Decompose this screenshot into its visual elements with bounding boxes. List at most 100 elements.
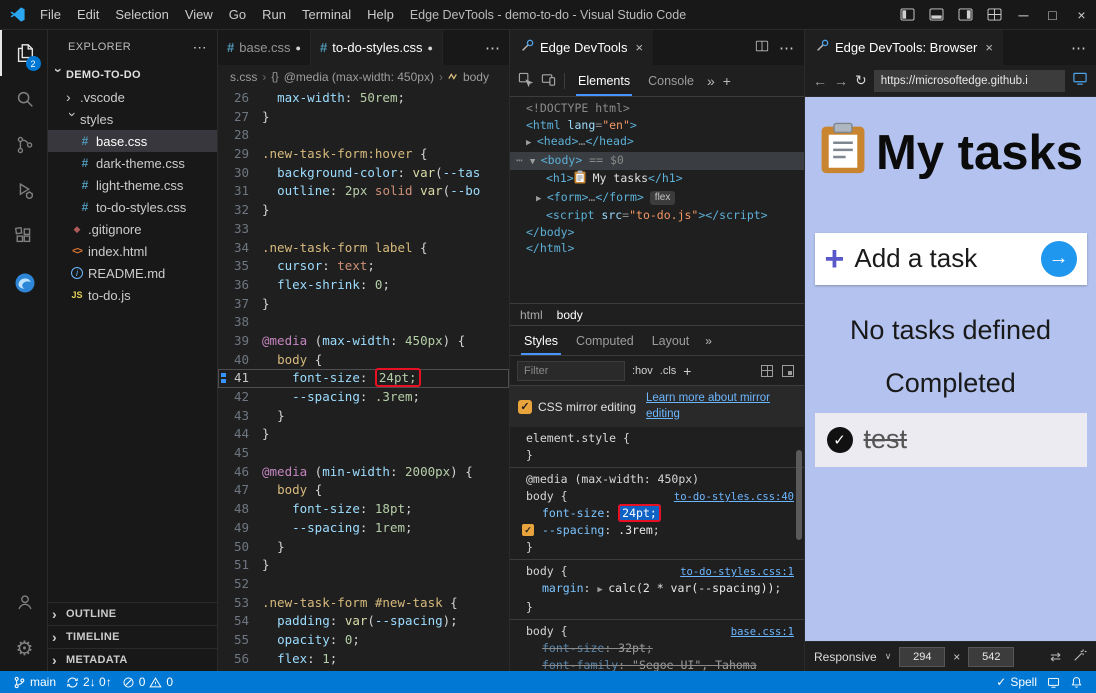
code-line-37[interactable]: 37}: [218, 295, 509, 314]
maximize-button[interactable]: □: [1038, 0, 1067, 29]
style-line[interactable]: margin: ▶ calc(2 * var(--spacing));: [516, 580, 798, 599]
dom-node[interactable]: </html>: [510, 240, 804, 257]
modified-dot-icon[interactable]: ●: [296, 43, 301, 53]
code-line-41[interactable]: 41 font-size: 24pt;: [218, 369, 509, 388]
code-line-56[interactable]: 56 flex: 1;: [218, 650, 509, 669]
style-line[interactable]: }: [516, 599, 798, 616]
file-item-light-theme.css[interactable]: #light-theme.css: [48, 174, 217, 196]
forward-icon[interactable]: →: [834, 73, 848, 89]
code-line-50[interactable]: 50 }: [218, 538, 509, 557]
code-line-36[interactable]: 36 flex-shrink: 0;: [218, 276, 509, 295]
style-line[interactable]: }: [516, 539, 798, 556]
file-item-to-do-styles.css[interactable]: #to-do-styles.css: [48, 196, 217, 218]
code-line-47[interactable]: 47 body {: [218, 481, 509, 500]
wand-icon[interactable]: [1073, 648, 1087, 665]
device-emulation-icon[interactable]: [541, 72, 556, 90]
code-line-29[interactable]: 29.new-task-form:hover {: [218, 145, 509, 164]
code-line-40[interactable]: 40 body {: [218, 351, 509, 370]
split-editor-icon[interactable]: [755, 39, 769, 56]
style-line[interactable]: font-size: 32pt;: [516, 640, 798, 657]
problems-indicator[interactable]: 0 0: [117, 671, 178, 693]
activity-settings[interactable]: ⚙: [0, 625, 48, 671]
section-metadata[interactable]: › METADATA: [48, 648, 217, 671]
style-line[interactable]: body {base.css:1: [516, 623, 798, 640]
branch-indicator[interactable]: main: [8, 671, 61, 693]
back-icon[interactable]: ←: [813, 73, 827, 89]
completed-task-item[interactable]: ✓ test: [815, 413, 1087, 467]
style-line[interactable]: element.style {: [516, 430, 798, 447]
code-line-51[interactable]: 51}: [218, 556, 509, 575]
dom-node[interactable]: </body>: [510, 224, 804, 241]
viewport-height-input[interactable]: [968, 647, 1014, 667]
styles-filter-input[interactable]: [517, 361, 625, 381]
more-tabs-icon[interactable]: »: [707, 73, 715, 89]
activity-edge-devtools[interactable]: [0, 260, 48, 306]
sync-indicator[interactable]: 2↓ 0↑: [61, 671, 117, 693]
more-actions-icon[interactable]: ⋯: [779, 39, 794, 57]
screencast-status[interactable]: [1042, 671, 1065, 693]
open-devtools-icon[interactable]: [1072, 71, 1088, 91]
code-line-52[interactable]: 52: [218, 575, 509, 594]
file-item-README.md[interactable]: iREADME.md: [48, 262, 217, 284]
tab-base-css[interactable]: # base.css ●: [218, 30, 311, 65]
code-line-53[interactable]: 53.new-task-form #new-task {: [218, 594, 509, 613]
menu-run[interactable]: Run: [254, 7, 294, 22]
device-mode-select[interactable]: Responsive: [814, 650, 877, 664]
property-checkbox[interactable]: ✓: [522, 524, 534, 536]
tab-computed[interactable]: Computed: [570, 326, 640, 355]
add-task-button[interactable]: →: [1041, 241, 1077, 277]
stylesheet-link[interactable]: to-do-styles.css:1: [680, 564, 794, 581]
code-line-27[interactable]: 27}: [218, 108, 509, 127]
menu-terminal[interactable]: Terminal: [294, 7, 359, 22]
folder-item-.vscode[interactable]: ›.vscode: [48, 86, 217, 108]
code-line-54[interactable]: 54 padding: var(--spacing);: [218, 612, 509, 631]
editor-actions-icon[interactable]: ⋯: [476, 30, 509, 65]
code-line-48[interactable]: 48 font-size: 18pt;: [218, 500, 509, 519]
style-line[interactable]: font-size: 24pt;: [516, 505, 798, 522]
tab-edge-devtools[interactable]: Edge DevTools ×: [510, 30, 653, 65]
code-line-55[interactable]: 55 opacity: 0;: [218, 631, 509, 650]
style-line[interactable]: body {to-do-styles.css:1: [516, 563, 798, 580]
menu-view[interactable]: View: [177, 7, 221, 22]
code-line-49[interactable]: 49 --spacing: 1rem;: [218, 519, 509, 538]
toggle-primary-sidebar-icon[interactable]: [893, 0, 922, 29]
dom-node[interactable]: <script src="to-do.js"></script>: [510, 207, 804, 224]
stylesheet-link[interactable]: to-do-styles.css:40: [674, 489, 794, 506]
tab-to-do-styles-css[interactable]: # to-do-styles.css ●: [311, 30, 443, 65]
inspect-icon[interactable]: [518, 72, 533, 90]
toggle-secondary-sidebar-icon[interactable]: [951, 0, 980, 29]
code-line-28[interactable]: 28: [218, 126, 509, 145]
menu-edit[interactable]: Edit: [69, 7, 107, 22]
notifications-button[interactable]: [1065, 671, 1088, 693]
code-line-30[interactable]: 30 background-color: var(--tas: [218, 164, 509, 183]
url-bar[interactable]: https://microsoftedge.github.i: [874, 70, 1065, 92]
mirror-editing-checkbox[interactable]: ✓: [518, 400, 532, 414]
toggle-panel-icon[interactable]: [922, 0, 951, 29]
modified-dot-icon[interactable]: ●: [428, 43, 433, 53]
file-item-index.html[interactable]: <>index.html: [48, 240, 217, 262]
style-line[interactable]: body {to-do-styles.css:40: [516, 488, 798, 505]
code-editor[interactable]: 26 max-width: 50rem;27}2829.new-task-for…: [218, 89, 509, 671]
grid-overlay-icon[interactable]: [761, 365, 773, 377]
dom-node[interactable]: ▶ <head>…</head>: [510, 133, 804, 152]
dom-node[interactable]: <html lang="en">: [510, 117, 804, 134]
tool-tab-console[interactable]: Console: [643, 65, 699, 96]
code-line-44[interactable]: 44}: [218, 425, 509, 444]
stylesheet-link[interactable]: base.css:1: [731, 624, 794, 641]
activity-run-debug[interactable]: [0, 168, 48, 214]
activity-explorer[interactable]: 2: [0, 30, 48, 76]
task-done-checkbox[interactable]: ✓: [827, 427, 853, 453]
tab-edge-devtools-browser[interactable]: Edge DevTools: Browser ×: [805, 30, 1003, 65]
more-actions-icon[interactable]: ⋯: [1071, 39, 1086, 57]
style-line[interactable]: font-family: "Segoe UI", Tahoma: [516, 657, 798, 671]
code-line-34[interactable]: 34.new-task-form label {: [218, 239, 509, 258]
activity-search[interactable]: [0, 76, 48, 122]
style-line[interactable]: @media (max-width: 450px): [516, 471, 798, 488]
section-timeline[interactable]: › TIMELINE: [48, 625, 217, 648]
code-line-46[interactable]: 46@media (min-width: 2000px) {: [218, 463, 509, 482]
add-task-label[interactable]: Add a task: [854, 243, 1040, 274]
activity-accounts[interactable]: [0, 579, 48, 625]
breadcrumb-rule[interactable]: @media (max-width: 450px): [284, 70, 434, 84]
style-line[interactable]: }: [516, 447, 798, 464]
dom-node[interactable]: ▶ <form>…</form>flex: [510, 189, 804, 208]
